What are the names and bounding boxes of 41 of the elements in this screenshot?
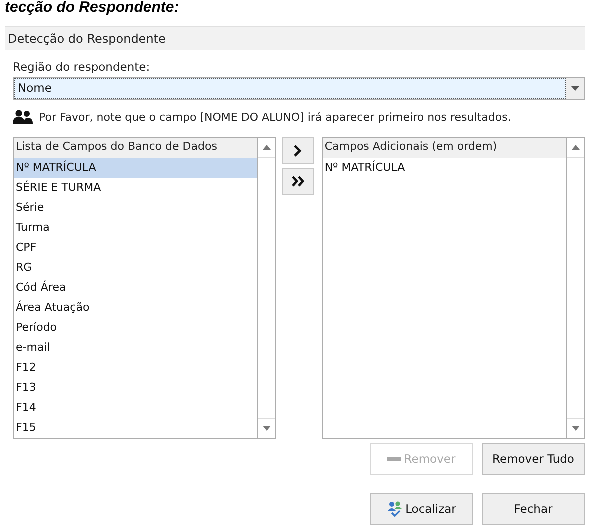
scrollbar[interactable] — [566, 138, 584, 438]
list-item[interactable]: e-mail — [14, 338, 258, 358]
scroll-up-icon[interactable] — [262, 145, 271, 150]
add-button[interactable] — [282, 137, 314, 164]
scroll-up-icon[interactable] — [572, 145, 580, 150]
fields-list[interactable]: Lista de Campos do Banco de Dados Nº MATRÍCULA SÉRIE E TURMA Série Turma CPF RG Cód Área Área Atuação Período e-mail F12 F13 F14 F15 — [13, 137, 276, 439]
list-item[interactable]: F15 — [14, 418, 258, 438]
dropdown-arrow-icon — [570, 86, 580, 91]
chevron-right-icon — [294, 144, 302, 156]
list-item[interactable]: Série — [14, 198, 258, 218]
add-all-button[interactable] — [282, 168, 314, 195]
list-item[interactable]: F13 — [14, 378, 258, 398]
people-icon — [13, 110, 33, 124]
double-chevron-right-icon — [292, 176, 305, 187]
list-item[interactable]: CPF — [14, 238, 258, 258]
list-header: Campos Adicionais (em ordem) — [322, 138, 566, 158]
list-item[interactable]: Período — [14, 318, 258, 338]
list-item[interactable]: Turma — [14, 218, 258, 238]
action-button[interactable]: Fechar — [482, 493, 585, 525]
list-item[interactable]: F14 — [14, 398, 258, 418]
list-item[interactable]: Cód Área — [14, 278, 258, 298]
region-dropdown[interactable]: Nome — [13, 77, 585, 100]
action-button[interactable]: Remover Tudo — [482, 443, 585, 475]
list-item[interactable]: Área Atuação — [14, 298, 258, 318]
scroll-down-icon[interactable] — [572, 426, 580, 431]
list-item[interactable]: F12 — [14, 358, 258, 378]
scrollbar[interactable] — [257, 138, 276, 438]
minus-icon — [387, 457, 402, 461]
dialog-title: Detecção do Respondente — [8, 32, 166, 46]
list-item[interactable]: Nº MATRÍCULA — [14, 158, 258, 178]
additional-list[interactable]: Campos Adicionais (em ordem) Nº MATRÍCULA — [322, 137, 586, 439]
list-item[interactable]: SÉRIE E TURMA — [14, 178, 258, 198]
field-label: Região do respondente: — [13, 60, 150, 74]
scroll-down-icon[interactable] — [262, 426, 271, 431]
page-heading: tecção do Respondente: — [5, 0, 180, 16]
list-item[interactable]: RG — [14, 258, 258, 278]
note-text: Por Favor, note que o campo [NOME DO ALUNO] irá aparecer primeiro nos resultados. — [39, 110, 512, 124]
find-button[interactable]: Localizar — [370, 493, 473, 525]
list-item[interactable]: Nº MATRÍCULA — [322, 158, 566, 178]
list-header: Lista de Campos do Banco de Dados — [14, 138, 258, 158]
people-check-icon — [386, 501, 403, 517]
